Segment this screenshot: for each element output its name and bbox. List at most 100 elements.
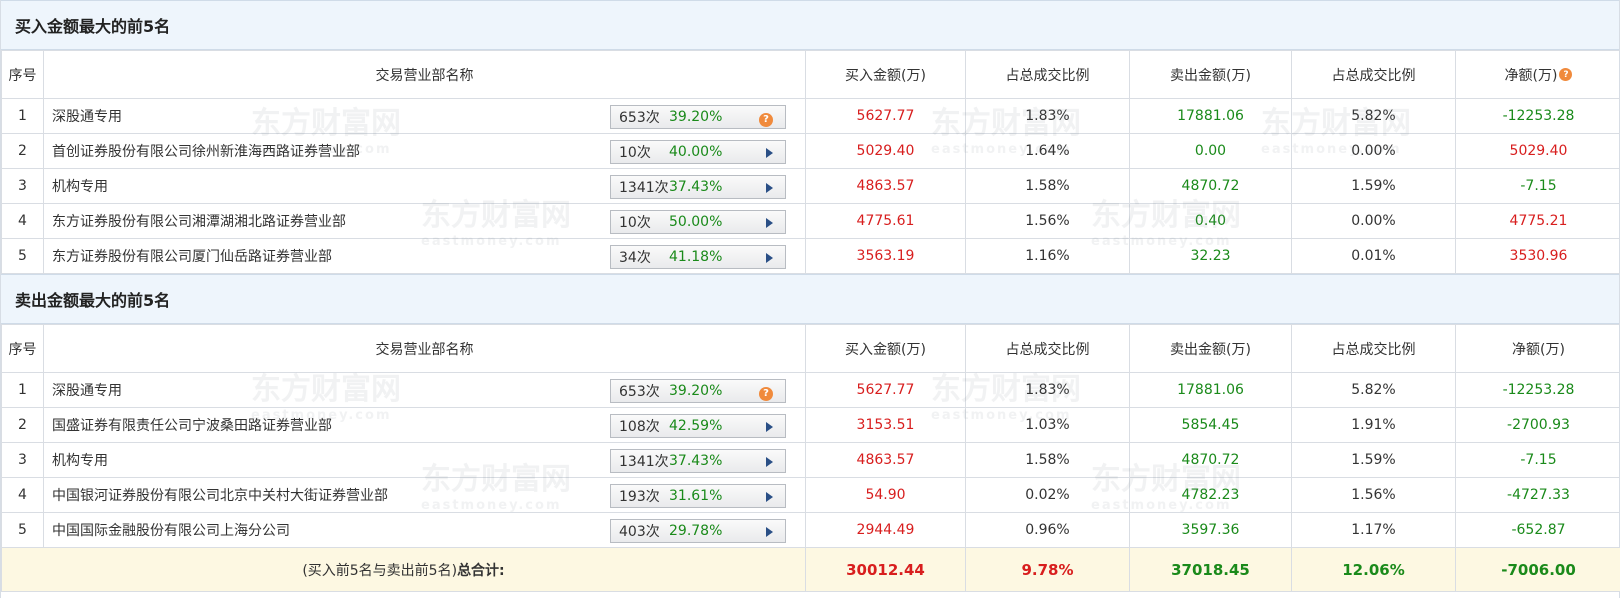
arrow-right-icon[interactable] bbox=[766, 492, 773, 502]
branch-name[interactable]: 东方证券股份有限公司湘潭湖湘北路证券营业部 bbox=[52, 211, 346, 231]
win-rate: 42.59% bbox=[669, 418, 723, 434]
branch-name-cell: 东方证券股份有限公司湘潭湖湘北路证券营业部 10次 50.00% bbox=[43, 203, 806, 239]
buy-ratio: 1.58% bbox=[965, 168, 1130, 204]
branch-name[interactable]: 中国国际金融股份有限公司上海分公司 bbox=[52, 520, 290, 540]
branch-name[interactable]: 中国银河证券股份有限公司北京中关村大街证券营业部 bbox=[52, 485, 388, 505]
branch-name[interactable]: 机构专用 bbox=[52, 450, 108, 470]
total-row: (买入前5名与卖出前5名)总合计: 30012.44 9.78% 37018.4… bbox=[1, 547, 1620, 592]
row-index: 5 bbox=[1, 512, 44, 548]
net-amount: -652.87 bbox=[1455, 512, 1620, 548]
sell-amount: 3597.36 bbox=[1129, 512, 1292, 548]
arrow-right-icon[interactable] bbox=[766, 183, 773, 193]
row-index: 4 bbox=[1, 477, 44, 513]
total-buy-amount: 30012.44 bbox=[805, 547, 966, 592]
appearance-count: 108次 bbox=[619, 419, 660, 435]
table-row: 2 首创证券股份有限公司徐州新淮海西路证券营业部 10次 40.00% 5029.40 1… bbox=[1, 133, 1620, 169]
table-row: 4 东方证券股份有限公司湘潭湖湘北路证券营业部 10次 50.00% 4775.61 1.… bbox=[1, 203, 1620, 239]
row-index: 3 bbox=[1, 442, 44, 478]
sell-amount: 0.00 bbox=[1129, 133, 1292, 169]
question-icon[interactable]: ? bbox=[759, 386, 773, 401]
appearance-count: 10次 bbox=[619, 215, 651, 231]
branch-stats-button[interactable]: 653次 39.20%? bbox=[610, 105, 786, 129]
sell-amount: 17881.06 bbox=[1129, 372, 1292, 408]
branch-name-cell: 中国银河证券股份有限公司北京中关村大街证券营业部 193次 31.61% bbox=[43, 477, 806, 513]
win-rate: 50.00% bbox=[669, 214, 723, 230]
table-row: 2 国盛证券有限责任公司宁波桑田路证券营业部 108次 42.59% 3153.51 1.… bbox=[1, 407, 1620, 443]
branch-name[interactable]: 首创证券股份有限公司徐州新淮海西路证券营业部 bbox=[52, 141, 360, 161]
sell-table: 序号 交易营业部名称 买入金额(万) 占总成交比例 卖出金额(万) 占总成交比例… bbox=[1, 324, 1620, 592]
col-buy-ratio: 占总成交比例 bbox=[965, 50, 1130, 99]
col-buy-amount: 买入金额(万) bbox=[805, 50, 966, 99]
col-sell-amount: 卖出金额(万) bbox=[1129, 50, 1292, 99]
win-rate: 29.78% bbox=[669, 523, 723, 539]
sell-ratio: 5.82% bbox=[1291, 98, 1456, 134]
sell-ratio: 0.00% bbox=[1291, 133, 1456, 169]
col-index: 序号 bbox=[1, 324, 44, 373]
col-buy-ratio: 占总成交比例 bbox=[965, 324, 1130, 373]
buy-ratio: 1.64% bbox=[965, 133, 1130, 169]
branch-stats-button[interactable]: 10次 40.00% bbox=[610, 140, 786, 164]
table-row: 3 机构专用 1341次 37.43% 4863.57 1.58% 4870.72 1.59%… bbox=[1, 442, 1620, 478]
sell-amount: 5854.45 bbox=[1129, 407, 1292, 443]
branch-stats-button[interactable]: 1341次 37.43% bbox=[610, 449, 786, 473]
branch-stats-button[interactable]: 193次 31.61% bbox=[610, 484, 786, 508]
branch-name-cell: 深股通专用 653次 39.20%? bbox=[43, 372, 806, 408]
branch-stats-button[interactable]: 34次 41.18% bbox=[610, 245, 786, 269]
sell-amount: 4782.23 bbox=[1129, 477, 1292, 513]
win-rate: 39.20% bbox=[669, 109, 723, 125]
branch-name-cell: 中国国际金融股份有限公司上海分公司 403次 29.78% bbox=[43, 512, 806, 548]
row-index: 1 bbox=[1, 98, 44, 134]
win-rate: 41.18% bbox=[669, 249, 723, 265]
arrow-right-icon[interactable] bbox=[766, 253, 773, 263]
buy-ratio: 1.83% bbox=[965, 98, 1130, 134]
row-index: 5 bbox=[1, 238, 44, 274]
buy-section-title: 买入金额最大的前5名 bbox=[1, 0, 1619, 50]
sell-amount: 32.23 bbox=[1129, 238, 1292, 274]
total-net-amount: -7006.00 bbox=[1455, 547, 1620, 592]
branch-stats-button[interactable]: 403次 29.78% bbox=[610, 519, 786, 543]
table-row: 1 深股通专用 653次 39.20%? 5627.77 1.83% 17881.06 5.8… bbox=[1, 372, 1620, 408]
buy-ratio: 1.16% bbox=[965, 238, 1130, 274]
branch-name[interactable]: 东方证券股份有限公司厦门仙岳路证券营业部 bbox=[52, 246, 332, 266]
net-amount: -2700.93 bbox=[1455, 407, 1620, 443]
question-icon[interactable]: ? bbox=[759, 112, 773, 127]
buy-ratio: 0.02% bbox=[965, 477, 1130, 513]
col-buy-amount: 买入金额(万) bbox=[805, 324, 966, 373]
appearance-count: 193次 bbox=[619, 489, 660, 505]
sell-ratio: 1.59% bbox=[1291, 442, 1456, 478]
sell-table-header: 序号 交易营业部名称 买入金额(万) 占总成交比例 卖出金额(万) 占总成交比例… bbox=[1, 324, 1620, 373]
branch-name[interactable]: 深股通专用 bbox=[52, 106, 122, 126]
branch-name[interactable]: 深股通专用 bbox=[52, 380, 122, 400]
branch-stats-button[interactable]: 108次 42.59% bbox=[610, 414, 786, 438]
total-sell-ratio: 12.06% bbox=[1291, 547, 1456, 592]
net-amount: -7.15 bbox=[1455, 442, 1620, 478]
sell-ratio: 0.00% bbox=[1291, 203, 1456, 239]
win-rate: 37.43% bbox=[669, 453, 723, 469]
col-sell-ratio: 占总成交比例 bbox=[1291, 324, 1456, 373]
arrow-right-icon[interactable] bbox=[766, 527, 773, 537]
arrow-right-icon[interactable] bbox=[766, 422, 773, 432]
row-index: 1 bbox=[1, 372, 44, 408]
win-rate: 31.61% bbox=[669, 488, 723, 504]
arrow-right-icon[interactable] bbox=[766, 148, 773, 158]
sell-ratio: 5.82% bbox=[1291, 372, 1456, 408]
arrow-right-icon[interactable] bbox=[766, 218, 773, 228]
appearance-count: 1341次 bbox=[619, 180, 669, 196]
col-branch-name: 交易营业部名称 bbox=[43, 50, 806, 99]
net-amount: 4775.21 bbox=[1455, 203, 1620, 239]
branch-stats-button[interactable]: 10次 50.00% bbox=[610, 210, 786, 234]
branch-name[interactable]: 国盛证券有限责任公司宁波桑田路证券营业部 bbox=[52, 415, 332, 435]
sell-ratio: 1.17% bbox=[1291, 512, 1456, 548]
net-amount: -7.15 bbox=[1455, 168, 1620, 204]
buy-amount: 5627.77 bbox=[805, 372, 966, 408]
question-icon[interactable]: ? bbox=[1559, 68, 1573, 81]
branch-name-cell: 东方证券股份有限公司厦门仙岳路证券营业部 34次 41.18% bbox=[43, 238, 806, 274]
buy-amount: 3563.19 bbox=[805, 238, 966, 274]
win-rate: 40.00% bbox=[669, 144, 723, 160]
branch-name[interactable]: 机构专用 bbox=[52, 176, 108, 196]
arrow-right-icon[interactable] bbox=[766, 457, 773, 467]
branch-stats-button[interactable]: 653次 39.20%? bbox=[610, 379, 786, 403]
net-amount: -4727.33 bbox=[1455, 477, 1620, 513]
col-sell-ratio: 占总成交比例 bbox=[1291, 50, 1456, 99]
branch-stats-button[interactable]: 1341次 37.43% bbox=[610, 175, 786, 199]
